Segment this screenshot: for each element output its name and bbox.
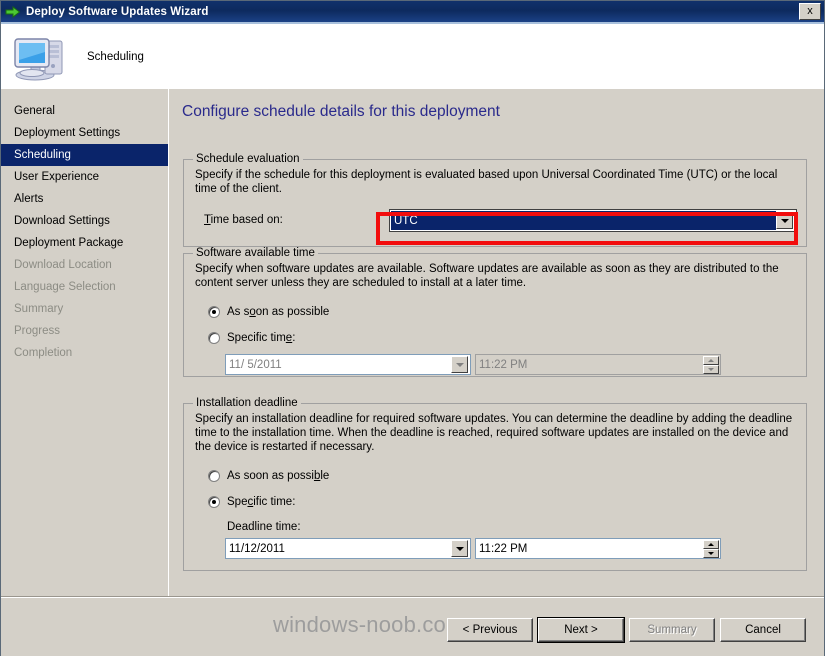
watermark: windows-noob.com [273, 612, 465, 637]
window-title: Deploy Software Updates Wizard [26, 5, 209, 18]
sidebar-item-progress: Progress [14, 325, 61, 337]
deadline-time-label: Deadline time: [227, 521, 301, 533]
sidebar-item-alerts[interactable]: Alerts [1, 188, 168, 210]
main-panel: Configure schedule details for this depl… [170, 89, 824, 597]
deadline-asap-radio[interactable]: As soon as possible [208, 470, 329, 482]
sidebar-item-general[interactable]: General [1, 100, 168, 122]
deadline-date-value: 11/12/2011 [229, 542, 285, 555]
next-button[interactable]: Next > [537, 617, 625, 643]
sidebar-item-deployment-settings[interactable]: Deployment Settings [1, 122, 168, 144]
green-arrow-icon [5, 5, 21, 19]
software-available-time-group-title: Software available time [193, 247, 318, 259]
sidebar-item-scheduling[interactable]: Scheduling [1, 144, 168, 166]
cancel-button[interactable]: Cancel [720, 618, 806, 642]
chevron-down-icon[interactable] [776, 212, 793, 229]
software-available-time-group: Software available time Specify when sof… [183, 247, 807, 377]
radio-indicator-icon [208, 332, 220, 344]
time-spinner-icon[interactable] [703, 539, 719, 558]
available-asap-radio[interactable]: As soon as possible [208, 306, 329, 318]
sidebar-item-download-settings[interactable]: Download Settings [1, 210, 168, 232]
sidebar-item-user-experience[interactable]: User Experience [1, 166, 168, 188]
time-based-on-label: Time based on: [204, 214, 283, 226]
sidebar-item-deployment-package[interactable]: Deployment Package [1, 232, 168, 254]
calendar-chevron-down-icon [451, 356, 468, 373]
available-asap-label: As soon as possible [227, 306, 330, 318]
wizard-steps-sidebar: General Deployment Settings Scheduling U… [1, 89, 169, 597]
radio-indicator-icon [208, 496, 220, 508]
deadline-date-picker[interactable]: 11/12/2011 [225, 538, 471, 559]
page-title: Configure schedule details for this depl… [182, 103, 500, 120]
wizard-window: Deploy Software Updates Wizard x Schedul… [0, 0, 825, 656]
sidebar-item-completion: Completion [14, 347, 73, 359]
schedule-evaluation-description: Specify if the schedule for this deploym… [195, 169, 778, 195]
wizard-header: Scheduling [1, 24, 824, 89]
schedule-evaluation-group: Schedule evaluation Specify if the sched… [183, 153, 807, 247]
sidebar-item-summary: Summary [14, 303, 64, 315]
radio-indicator-icon [208, 306, 220, 318]
computer-monitor-icon [11, 32, 69, 82]
sidebar-item-language-selection: Language Selection [14, 281, 116, 293]
available-specific-time-label: Specific time: [227, 332, 296, 344]
sidebar-item-download-location: Download Location [14, 259, 112, 271]
radio-indicator-icon [208, 470, 220, 482]
available-time-field: 11:22 PM [475, 354, 721, 375]
installation-deadline-group: Installation deadline Specify an install… [183, 397, 807, 571]
installation-deadline-group-title: Installation deadline [193, 397, 301, 409]
deadline-specific-time-radio[interactable]: Specific time: [208, 496, 295, 508]
available-date-picker: 11/ 5/2011 [225, 354, 471, 375]
time-based-on-dropdown[interactable]: UTC [389, 209, 797, 232]
title-bar: Deploy Software Updates Wizard x [1, 1, 824, 22]
close-icon[interactable]: x [799, 3, 821, 20]
schedule-evaluation-group-title: Schedule evaluation [193, 153, 303, 165]
summary-button: Summary [629, 618, 715, 642]
deadline-time-value: 11:22 PM [479, 542, 528, 555]
time-spinner-icon [703, 355, 719, 374]
deadline-asap-label: As soon as possible [227, 470, 330, 482]
body-area: General Deployment Settings Scheduling U… [1, 89, 824, 597]
calendar-chevron-down-icon[interactable] [451, 540, 468, 557]
deadline-time-field[interactable]: 11:22 PM [475, 538, 721, 559]
available-specific-time-radio[interactable]: Specific time: [208, 332, 295, 344]
available-time-value: 11:22 PM [479, 358, 528, 371]
deadline-specific-time-label: Specific time: [227, 496, 296, 508]
footer-divider [1, 596, 824, 597]
software-available-time-description: Specify when software updates are availa… [195, 263, 779, 289]
installation-deadline-description: Specify an installation deadline for req… [195, 413, 793, 453]
available-date-value: 11/ 5/2011 [229, 358, 282, 371]
header-step-label: Scheduling [87, 50, 144, 63]
time-based-on-value: UTC [391, 211, 776, 230]
previous-button[interactable]: < Previous [447, 618, 533, 642]
